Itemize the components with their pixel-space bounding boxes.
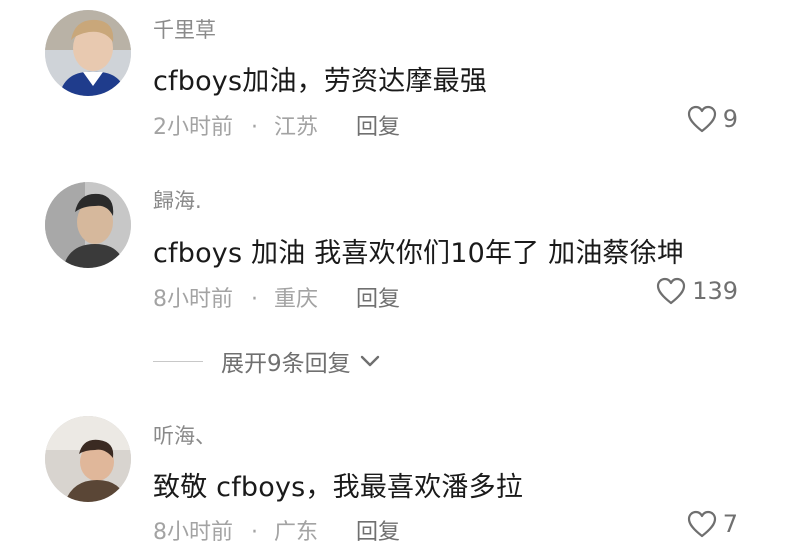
separator-dot: ·: [251, 287, 258, 312]
avatar[interactable]: [45, 182, 131, 268]
timestamp: 8小时前: [153, 287, 233, 312]
heart-outline-icon: [687, 105, 716, 133]
heart-outline-icon: [657, 277, 686, 305]
avatar[interactable]: [45, 10, 131, 96]
comment-meta: 2小时前 · 江苏 回复: [153, 109, 400, 141]
separator-dot: ·: [251, 115, 258, 140]
like-count: 9: [722, 105, 738, 133]
like-button[interactable]: 139: [656, 277, 738, 305]
comment-meta: 8小时前 · 重庆 回复: [153, 281, 400, 313]
like-button[interactable]: 9: [687, 105, 738, 133]
comment-meta: 8小时前 · 广东 回复: [153, 514, 400, 546]
like-button[interactable]: 7: [687, 510, 738, 538]
avatar[interactable]: [45, 416, 131, 502]
timestamp: 8小时前: [153, 520, 233, 545]
location: 广东: [274, 520, 319, 545]
comment-text: cfboys加油，劳资达摩最强: [153, 66, 488, 97]
expand-replies-button[interactable]: 展开9条回复: [153, 344, 381, 378]
comment-text: 致敬 cfboys，我最喜欢潘多拉: [153, 472, 524, 503]
divider: [153, 360, 203, 362]
location: 重庆: [274, 287, 319, 312]
chevron-down-icon: [360, 355, 379, 367]
separator-dot: ·: [251, 520, 258, 545]
timestamp: 2小时前: [153, 115, 233, 140]
heart-outline-icon: [687, 510, 716, 538]
like-count: 7: [722, 510, 738, 538]
reply-button[interactable]: 回复: [356, 520, 400, 545]
comment-text: cfboys 加油 我喜欢你们10年了 加油蔡徐坤: [153, 238, 685, 269]
username[interactable]: 听海、: [153, 420, 216, 450]
reply-button[interactable]: 回复: [356, 287, 400, 312]
username[interactable]: 千里草: [153, 14, 216, 44]
reply-button[interactable]: 回复: [356, 115, 400, 140]
like-count: 139: [692, 277, 738, 305]
location: 江苏: [274, 115, 319, 140]
expand-replies-label: 展开9条回复: [221, 351, 351, 377]
username[interactable]: 歸海.: [153, 185, 202, 215]
